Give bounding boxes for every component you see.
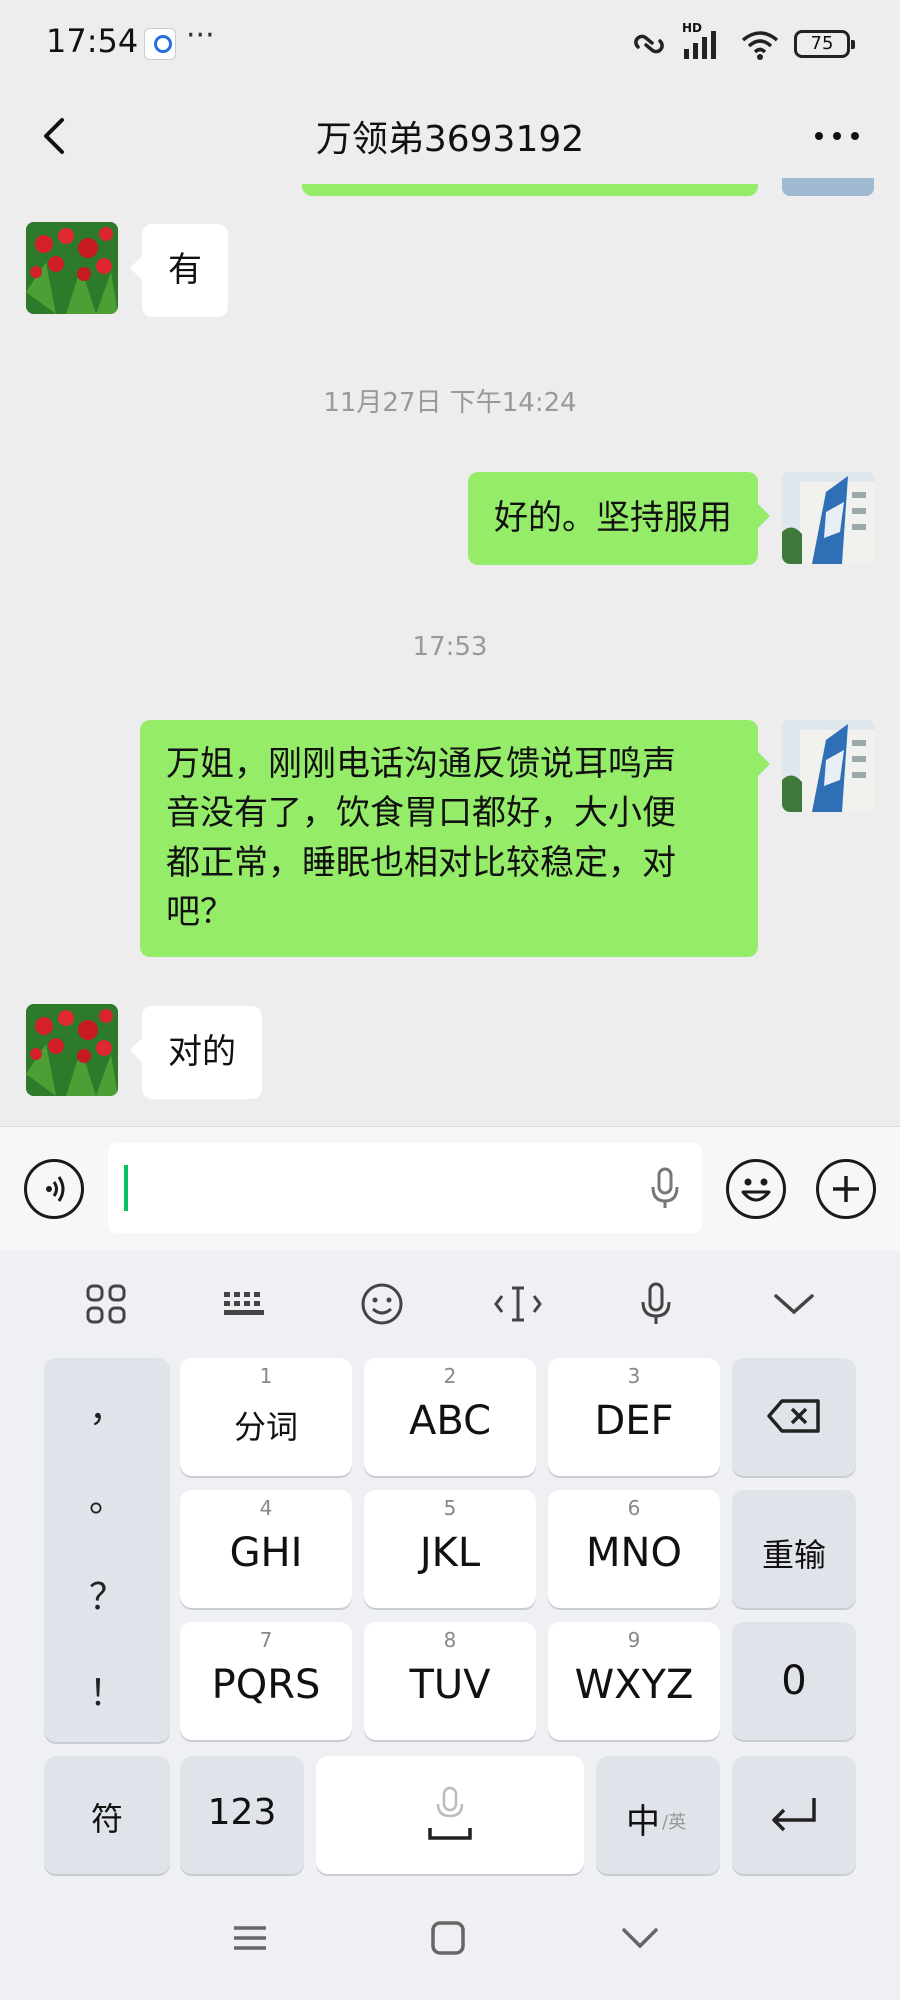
contact-avatar[interactable]: [26, 222, 118, 314]
key-4[interactable]: 4 GHI: [180, 1490, 352, 1608]
chat-header: 万领弟3693192: [0, 88, 900, 184]
key-label: MNO: [586, 1530, 682, 1576]
key-number: 4: [259, 1496, 273, 1520]
key-label: 分词: [233, 1408, 298, 1446]
plus-icon: [833, 1176, 859, 1202]
key-number: 6: [627, 1496, 641, 1520]
key-number: 2: [443, 1364, 457, 1388]
battery-icon: 75: [794, 30, 855, 58]
more-options-icon[interactable]: [812, 118, 862, 154]
key-2[interactable]: 2 ABC: [364, 1358, 536, 1476]
enter-icon: [772, 1798, 816, 1832]
collapse-icon[interactable]: [766, 1276, 822, 1332]
key-number: 7: [259, 1628, 273, 1652]
key-label: WXYZ: [574, 1662, 694, 1708]
key-label: DEF: [594, 1398, 674, 1444]
key-label: 符: [90, 1800, 123, 1838]
cursor-icon[interactable]: [490, 1276, 546, 1332]
lang-main: 中: [626, 1802, 660, 1842]
emoji-icon: [741, 1178, 771, 1202]
message-input-bar: [0, 1126, 900, 1250]
wifi-icon: [741, 31, 779, 60]
message-line: 都正常，睡眠也相对比较稳定，对: [166, 842, 676, 883]
key-6[interactable]: 6 MNO: [548, 1490, 720, 1608]
status-more: ···: [186, 18, 215, 53]
incoming-message[interactable]: 有: [130, 224, 228, 318]
backspace-icon: [767, 1399, 820, 1433]
message-input[interactable]: [108, 1143, 702, 1233]
space-key[interactable]: [316, 1756, 584, 1874]
language-toggle-key[interactable]: 中 /英: [596, 1756, 720, 1874]
app-notification-icon: [144, 28, 176, 60]
enter-key[interactable]: [732, 1756, 856, 1874]
key-label: TUV: [409, 1662, 491, 1708]
more-functions-button[interactable]: [816, 1159, 876, 1219]
punct-exclaim[interactable]: ！: [44, 1664, 170, 1716]
home-icon[interactable]: [428, 1918, 468, 1958]
timestamp: 17:53: [412, 632, 488, 662]
backspace-key[interactable]: [732, 1358, 856, 1476]
punctuation-column[interactable]: ， 。 ？ ！: [44, 1358, 170, 1742]
key-label: GHI: [229, 1530, 303, 1576]
key-number: 8: [443, 1628, 457, 1652]
key-label: PQRS: [211, 1662, 321, 1708]
emoji-button[interactable]: [726, 1159, 786, 1219]
my-avatar-top: [782, 178, 874, 196]
back-nav-icon[interactable]: [620, 1918, 660, 1958]
message-line: 音没有了，饮食胃口都好，大小便: [166, 793, 676, 834]
key-label: ABC: [408, 1398, 492, 1444]
status-indicators: HD 75: [630, 21, 855, 62]
punct-question[interactable]: ？: [44, 1568, 170, 1620]
key-7[interactable]: 7 PQRS: [180, 1622, 352, 1740]
emoji-icon[interactable]: [354, 1276, 410, 1332]
my-avatar[interactable]: [782, 720, 874, 812]
key-label: 123: [207, 1792, 277, 1833]
reenter-key[interactable]: 重输: [732, 1490, 856, 1608]
system-nav-bar: [0, 1888, 900, 2000]
mic-icon[interactable]: [628, 1276, 684, 1332]
timestamp: 11月27日 下午14:24: [323, 388, 577, 418]
key-3[interactable]: 3 DEF: [548, 1358, 720, 1476]
status-time: 17:54: [46, 22, 139, 60]
key-number: 3: [627, 1364, 641, 1388]
key-number: 9: [627, 1628, 641, 1652]
contact-avatar[interactable]: [26, 1004, 118, 1096]
key-0[interactable]: 0: [732, 1622, 856, 1740]
signal-icon: HD: [682, 21, 726, 61]
message-line: 吧？: [166, 891, 234, 932]
key-label: 0: [781, 1658, 807, 1704]
symbols-key[interactable]: 符: [44, 1756, 170, 1874]
outgoing-message[interactable]: 好的。坚持服用: [468, 472, 770, 566]
numbers-key[interactable]: 123: [180, 1756, 304, 1874]
grid-icon[interactable]: [78, 1276, 134, 1332]
keyboard: ， 。 ？ ！ 1 分词 2 ABC 3 DEF 4 GHI 5 JKL 6 MNO 重输 …: [0, 1250, 900, 2000]
key-9[interactable]: 9 WXYZ: [548, 1622, 720, 1740]
hd-label: HD: [682, 21, 703, 35]
previous-message-bubble: [302, 184, 758, 196]
text-caret: [124, 1165, 128, 1211]
key-number: 5: [443, 1496, 457, 1520]
message-line: 万姐，刚刚电话沟通反馈说耳鸣声: [166, 744, 676, 784]
lang-alt: /英: [662, 1812, 687, 1833]
key-5[interactable]: 5 JKL: [364, 1490, 536, 1608]
my-avatar[interactable]: [782, 472, 874, 564]
key-8[interactable]: 8 TUV: [364, 1622, 536, 1740]
chat-title: 万领弟3693192: [315, 119, 585, 160]
microphone-icon[interactable]: [650, 1167, 680, 1209]
voice-toggle-button[interactable]: [24, 1159, 84, 1219]
key-label: 重输: [761, 1536, 826, 1574]
key-label: JKL: [419, 1530, 481, 1576]
outgoing-message[interactable]: 万姐，刚刚电话沟通反馈说耳鸣声 音没有了，饮食胃口都好，大小便 都正常，睡眠也相…: [140, 720, 770, 958]
status-bar: 17:54 ··· HD 75: [0, 0, 900, 88]
keyboard-icon[interactable]: [216, 1276, 272, 1332]
punct-period[interactable]: 。: [44, 1470, 170, 1522]
link-icon: [634, 34, 664, 54]
key-1[interactable]: 1 分词: [180, 1358, 352, 1476]
voice-icon: [46, 1176, 65, 1202]
incoming-message[interactable]: 对的: [130, 1006, 262, 1100]
punct-comma[interactable]: ，: [44, 1380, 170, 1432]
menu-icon[interactable]: [230, 1918, 270, 1958]
key-number: 1: [259, 1364, 273, 1388]
space-mic-icon: [428, 1786, 472, 1840]
